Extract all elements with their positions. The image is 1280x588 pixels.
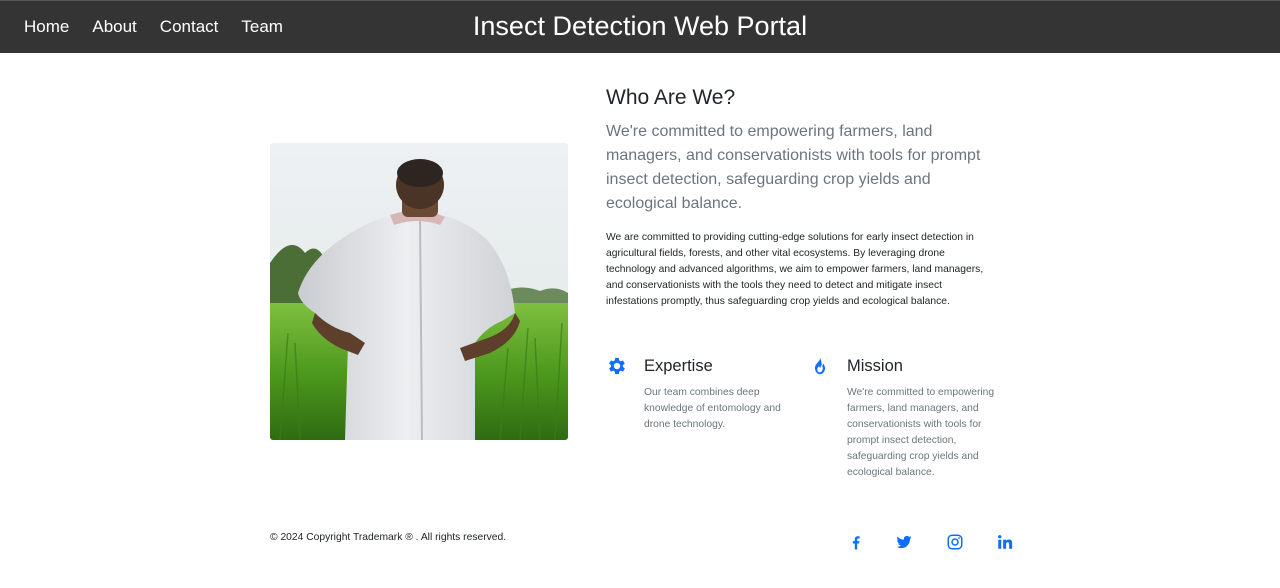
nav-links: Home About Contact Team [24,17,306,37]
feature-title: Mission [847,357,903,375]
nav-link-about[interactable]: About [92,17,136,37]
feature-title: Expertise [644,357,713,375]
linkedin-icon[interactable] [996,533,1014,551]
about-body: We are committed to providing cutting-ed… [606,232,984,307]
about-heading: Who Are We? [606,86,736,109]
nav-link-team[interactable]: Team [241,17,283,37]
feature-text: We're committed to empowering farmers, l… [847,387,995,478]
facebook-icon[interactable] [847,533,865,551]
twitter-icon[interactable] [895,533,913,551]
instagram-icon[interactable] [946,533,964,551]
gear-icon [606,355,628,377]
nav-link-contact[interactable]: Contact [160,17,219,37]
about-section: Who Are We? We're committed to empowerin… [606,84,996,310]
fire-icon [809,355,831,377]
navbar: Home About Contact Team Insect Detection… [0,0,1280,53]
farmer-photo [270,143,568,440]
footer-copyright: © 2024 Copyright Trademark ® . All right… [270,532,507,543]
feature-text: Our team combines deep knowledge of ento… [644,387,781,430]
about-lead: We're committed to empowering farmers, l… [606,123,981,212]
nav-link-home[interactable]: Home [24,17,69,37]
